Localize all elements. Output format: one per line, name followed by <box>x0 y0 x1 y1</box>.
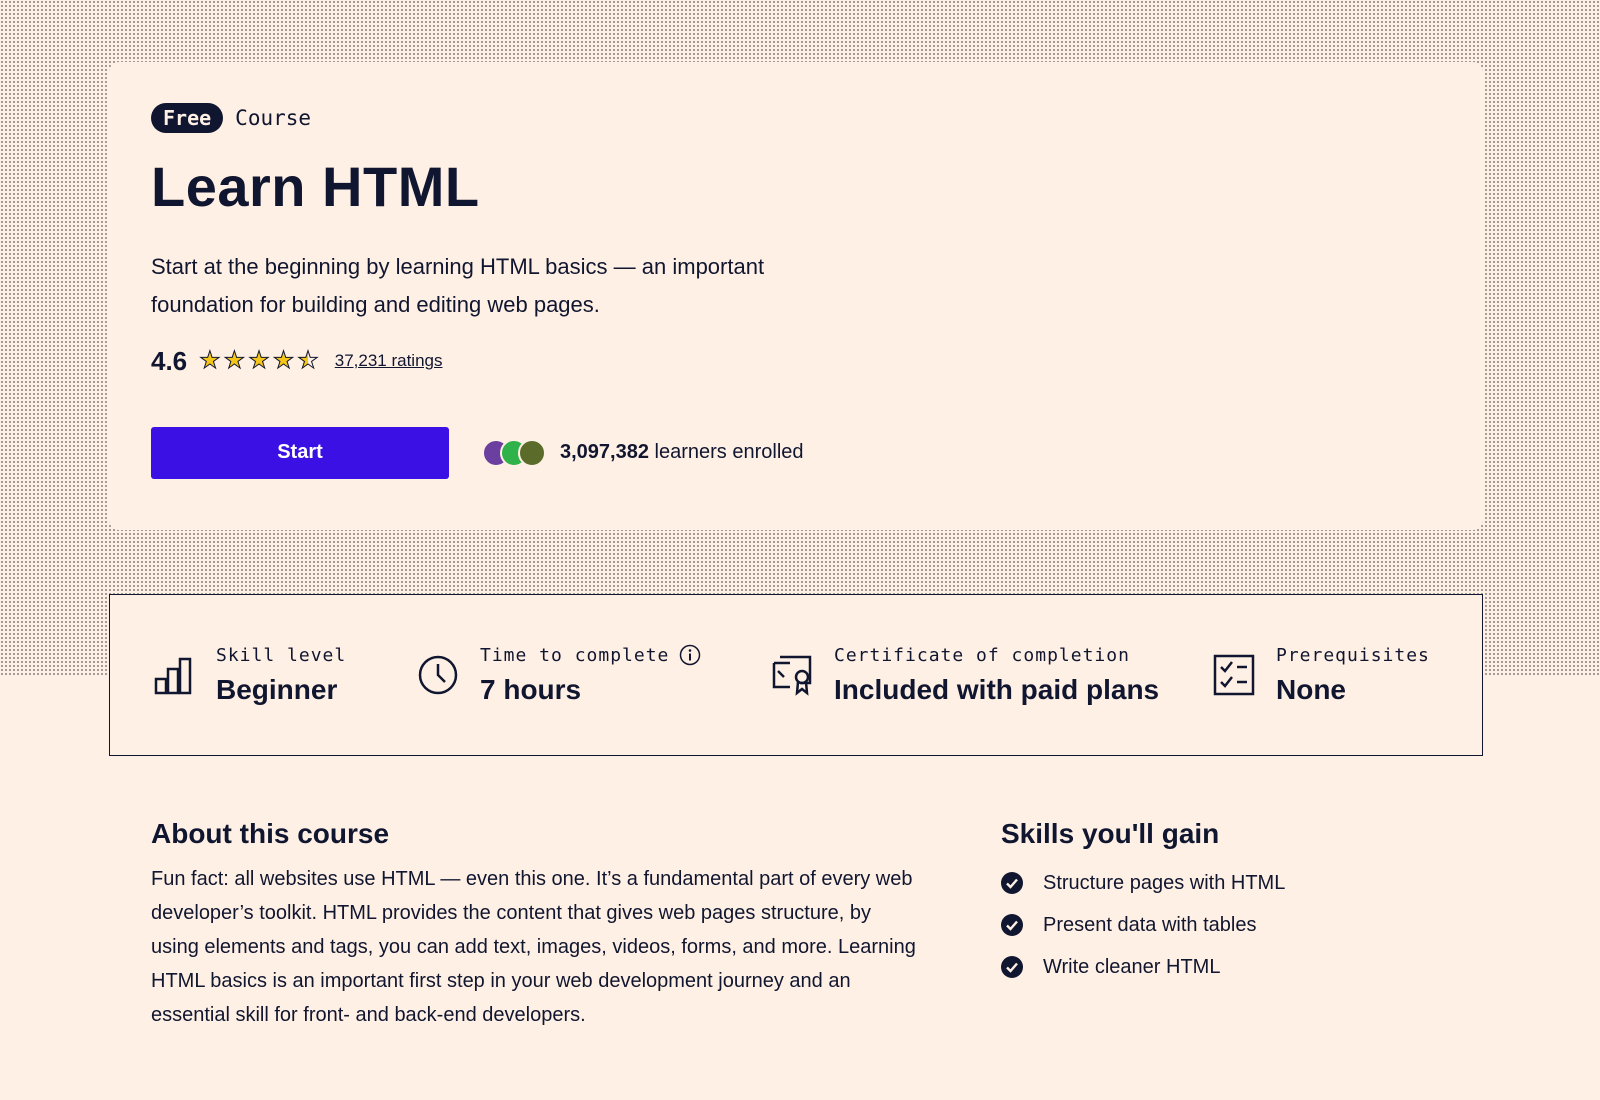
about-section: About this course Fun fact: all websites… <box>151 818 921 1032</box>
check-circle-icon <box>1001 872 1023 894</box>
stat-certificate: Certificate of completion Included with … <box>770 645 1212 706</box>
skill-label: Present data with tables <box>1043 913 1257 936</box>
list-item: Write cleaner HTML <box>1001 946 1501 988</box>
star-icon: ★ <box>272 347 295 375</box>
stat-label: Skill level <box>216 644 347 666</box>
rating-stars: ★ ★ ★ ★ ★ <box>199 347 320 375</box>
avatar <box>518 438 546 467</box>
page-title: Learn HTML <box>151 155 480 218</box>
info-icon[interactable] <box>679 644 701 666</box>
star-icon: ★ <box>248 347 270 375</box>
stat-label: Certificate of completion <box>834 644 1130 666</box>
rating-row: 4.6 ★ ★ ★ ★ ★ 37,231 ratings <box>151 346 1441 377</box>
list-item: Structure pages with HTML <box>1001 862 1501 904</box>
rating-value: 4.6 <box>151 345 188 376</box>
start-button[interactable]: Start <box>151 426 449 479</box>
skills-heading: Skills you'll gain <box>1001 818 1220 849</box>
half-star-icon: ★ <box>297 347 319 375</box>
list-item: Present data with tables <box>1001 904 1501 946</box>
ratings-link[interactable]: 37,231 ratings <box>335 351 443 371</box>
bar-chart-icon <box>154 657 192 695</box>
learner-avatars <box>482 438 546 467</box>
cta-row: Start 3,097,382 learners enrolled <box>151 426 1441 479</box>
course-description: Start at the beginning by learning HTML … <box>151 253 765 317</box>
skills-list: Structure pages with HTML Present data w… <box>1001 862 1501 988</box>
course-kicker: Free Course <box>151 102 1441 134</box>
star-icon: ★ <box>223 347 246 375</box>
check-circle-icon <box>1001 956 1023 978</box>
learners-count: 3,097,382 <box>560 441 649 464</box>
clock-icon <box>418 655 458 695</box>
free-badge: Free <box>151 103 224 133</box>
course-stats: Skill level Beginner Time to complete 7 … <box>109 594 1483 756</box>
star-icon: ★ <box>199 347 221 375</box>
stat-label: Prerequisites <box>1276 644 1430 666</box>
stat-value: Included with paid plans <box>834 673 1160 705</box>
course-type-label: Course <box>235 106 312 130</box>
stat-value: None <box>1276 673 1346 705</box>
course-hero: Free Course Learn HTML Start at the begi… <box>109 62 1483 530</box>
checklist-icon <box>1213 654 1255 696</box>
stat-skill-level: Skill level Beginner <box>152 645 416 706</box>
learners-enrolled: 3,097,382 learners enrolled <box>560 441 804 464</box>
certificate-icon <box>772 655 812 696</box>
about-body: Fun fact: all websites use HTML — even t… <box>151 868 916 1026</box>
stat-prerequisites: Prerequisites None <box>1212 645 1430 706</box>
stat-value: Beginner <box>216 673 338 705</box>
skills-section: Skills you'll gain Structure pages with … <box>1001 818 1501 988</box>
stat-label: Time to complete <box>480 644 670 666</box>
skill-label: Structure pages with HTML <box>1043 871 1286 894</box>
stat-time-to-complete: Time to complete 7 hours <box>416 644 770 706</box>
check-circle-icon <box>1001 914 1023 936</box>
skill-label: Write cleaner HTML <box>1043 955 1221 978</box>
learners-text: learners enrolled <box>654 441 804 464</box>
stat-value: 7 hours <box>480 674 582 705</box>
about-heading: About this course <box>151 818 390 849</box>
